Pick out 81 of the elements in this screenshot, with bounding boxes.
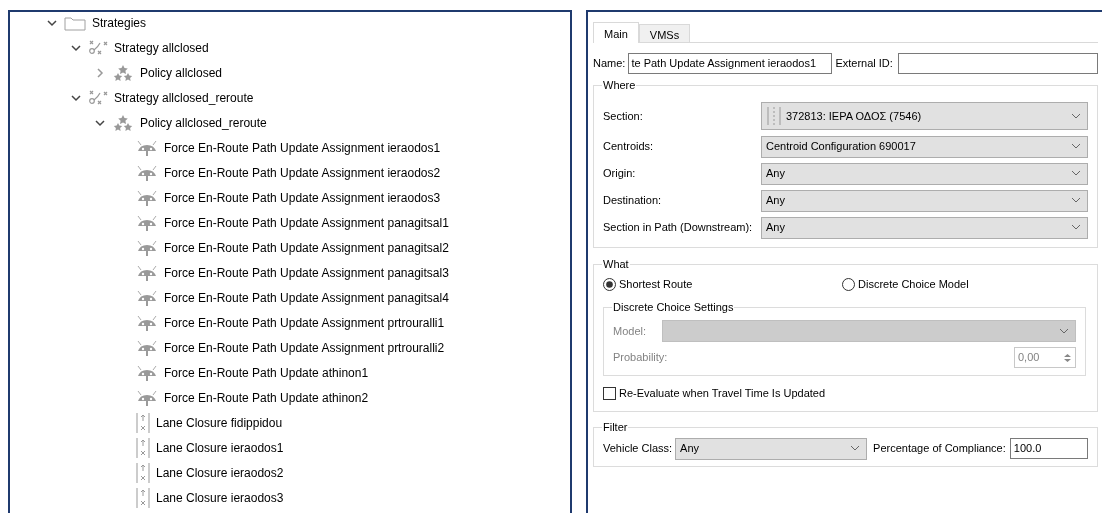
tree-item[interactable]: Lane Closure fidippidou [156,413,283,432]
field-label: Model: [613,323,648,339]
field-label: Name: [593,56,626,72]
vehicle-icon [136,364,158,381]
tree-item[interactable]: Lane Closure ieraodos3 [156,488,284,507]
vehicle-icon [136,289,158,306]
stars-icon [112,113,134,132]
compliance-field[interactable]: 100.0 [1009,438,1088,459]
field-label: Probability: [613,350,668,366]
vehicle-icon [136,264,158,281]
vehicle-icon [136,214,158,231]
lane-closure-icon [136,436,150,459]
field-label: Centroids: [603,139,655,155]
caret-icon [850,445,861,452]
group-title: Where [602,78,637,92]
radio-label[interactable]: Discrete Choice Model [858,275,969,293]
tree-item[interactable]: Force En-Route Path Update Assignment panagitsal4 [164,288,449,307]
dropdown[interactable]: Any [675,437,868,460]
tree-item[interactable]: Lane Closure ieraodos1 [156,438,284,457]
name-field[interactable]: te Path Update Assignment ieraodos1 [628,53,833,74]
group-title: What [602,257,630,271]
radio-button[interactable] [603,277,616,291]
field-label: Section: [603,108,644,124]
caret-icon [1071,170,1081,177]
tree-item[interactable]: Lane Closure ieraodos2 [156,463,284,482]
vehicle-icon [136,139,158,156]
caret-icon [1059,327,1069,335]
caret-icon [1071,224,1081,231]
field-label: Vehicle Class: [603,441,673,457]
dropdown[interactable]: 372813: ΙΕΡΑ ΟΔΟΣ (7546) [761,102,1088,130]
tree-item[interactable]: Strategy allclosed_reroute [114,88,254,107]
vehicle-icon [136,339,158,356]
route-icon [88,39,108,56]
field-label: External ID: [835,56,893,72]
group-title: Discrete Choice Settings [612,300,735,314]
spinner-arrows-icon [1063,351,1072,364]
radio-label[interactable]: Shortest Route [619,275,693,293]
folder-icon [64,14,86,31]
caret-icon [1071,197,1081,204]
field-label: Destination: [603,193,663,209]
field-label: Percentage of Compliance: [873,441,1006,457]
tree-item[interactable]: Force En-Route Path Update Assignment ieraodos1 [164,138,441,157]
lane-closure-icon [136,411,150,434]
lane-closure-icon [136,486,150,509]
tab[interactable]: Main [593,22,639,43]
road-icon [766,106,782,126]
checkbox-label[interactable]: Re-Evaluate when Travel Time Is Updated [619,385,826,402]
tree-item[interactable]: Force En-Route Path Update Assignment panagitsal3 [164,263,449,282]
tree-item[interactable]: Force En-Route Path Update Assignment ieraodos2 [164,163,441,182]
tree-item[interactable]: Force En-Route Path Update Assignment panagitsal1 [164,213,449,232]
tree-item[interactable]: Force En-Route Path Update Assignment prtrouralli1 [164,313,445,332]
vehicle-icon [136,389,158,406]
route-icon [88,89,108,106]
tree-item[interactable]: Force En-Route Path Update athinon2 [164,388,369,407]
caret-icon [1071,143,1081,150]
field-label: Section in Path (Downstream): [603,220,754,236]
tree-item[interactable]: Force En-Route Path Update athinon1 [164,363,369,382]
vehicle-icon [136,164,158,181]
dropdown[interactable]: Any [761,216,1088,239]
dropdown[interactable]: Any [761,189,1088,212]
tree-item[interactable]: Force En-Route Path Update Assignment prtrouralli2 [164,338,445,357]
tree-item[interactable]: Policy allclosed_reroute [140,113,267,132]
lane-closure-icon [136,461,150,484]
tree-item[interactable]: Strategy allclosed [114,38,209,57]
tree-item[interactable]: Policy allclosed [140,63,223,82]
checkbox[interactable] [603,386,616,400]
tree-item[interactable]: Force En-Route Path Update Assignment panagitsal2 [164,238,449,257]
external-id-field[interactable] [897,53,1098,74]
tab[interactable]: VMSs [638,24,691,42]
expand-chevron-icon[interactable] [94,66,106,79]
dropdown[interactable]: Centroid Configuration 690017 [761,135,1088,158]
dropdown[interactable]: Any [761,162,1088,185]
tree-item[interactable]: Force En-Route Path Update Assignment ieraodos3 [164,188,441,207]
vehicle-icon [136,239,158,256]
field-label: Origin: [603,166,637,182]
stars-icon [112,63,134,82]
vehicle-icon [136,189,158,206]
folder-label[interactable]: Strategies [92,13,147,32]
vehicle-icon [136,314,158,331]
caret-icon [1071,112,1081,120]
radio-button[interactable] [842,277,855,291]
